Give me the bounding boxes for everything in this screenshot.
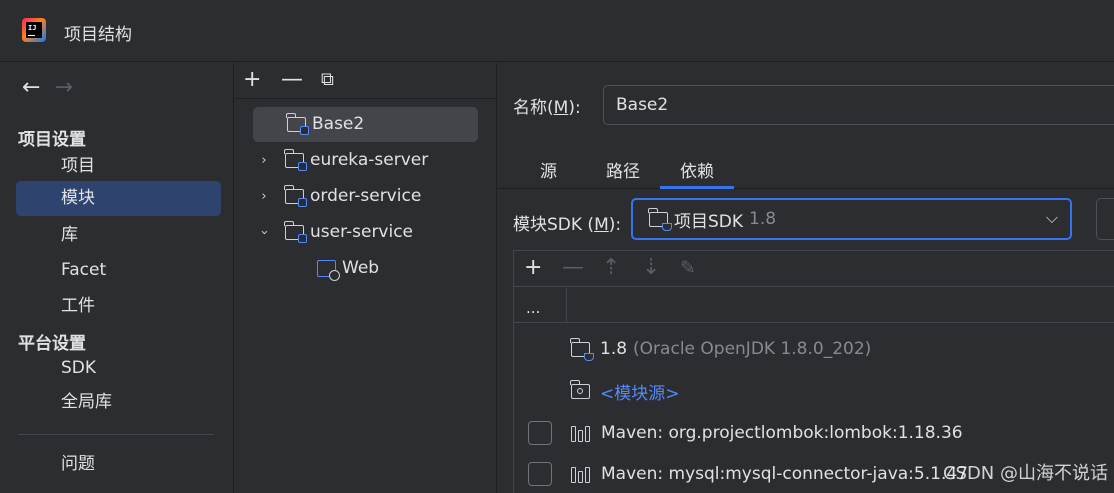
- nav-item-libraries[interactable]: 库: [16, 218, 221, 253]
- back-arrow-icon[interactable]: ←: [22, 77, 40, 99]
- sdk-edit-button[interactable]: [1096, 198, 1114, 240]
- forward-arrow-icon[interactable]: →: [54, 77, 72, 99]
- module-sdk-select[interactable]: 项目SDK 1.8 ⌵: [631, 198, 1072, 240]
- sdk-version: 1.8: [749, 209, 777, 229]
- module-folder-icon: [284, 149, 307, 171]
- sdk-name: 项目SDK: [674, 211, 744, 232]
- tree-node-label: order-service: [310, 186, 422, 206]
- module-folder-icon: [286, 113, 309, 135]
- module-name-input[interactable]: Base2: [603, 85, 1114, 125]
- window-title: 项目结构: [64, 25, 132, 45]
- dependencies-header: ...: [514, 288, 1114, 323]
- chevron-down-icon: ⌵: [1045, 208, 1058, 227]
- title-bar: IJ 项目结构: [0, 0, 1114, 62]
- remove-dependency-button[interactable]: —: [562, 256, 584, 280]
- dependencies-table: + — ⇡ ⇣ ✎ ... 1.8 (Oracle OpenJDK 1.8.0_…: [513, 250, 1114, 493]
- tree-node-label: Web: [342, 258, 380, 278]
- intellij-logo-icon: IJ: [22, 18, 46, 42]
- export-checkbox[interactable]: [528, 462, 552, 486]
- settings-nav: ← → 项目设置 项目 模块 库 Facet 工件 平台设置 SDK 全局库 问…: [0, 63, 234, 493]
- tree-node-label: eureka-server: [310, 150, 429, 170]
- tab-sources[interactable]: 源: [540, 157, 557, 189]
- dependency-name: <模块源>: [600, 383, 680, 404]
- dependency-name: Maven: mysql:mysql-connector-java:5.1.47: [601, 464, 968, 484]
- sdk-folder-icon: [648, 207, 672, 231]
- dependency-name: 1.8: [600, 339, 628, 359]
- tree-node-base2[interactable]: Base2: [253, 107, 478, 142]
- nav-section-project: 项目设置: [18, 130, 86, 150]
- name-label: 名称(M):: [513, 98, 581, 118]
- edit-dependency-button[interactable]: ✎: [680, 256, 696, 280]
- module-tree-panel: + — ⧉ Base2 › eureka-server › order-serv…: [235, 63, 497, 493]
- nav-item-artifacts[interactable]: 工件: [16, 289, 221, 324]
- dependency-row-lombok[interactable]: Maven: org.projectlombok:lombok:1.18.36: [514, 413, 1114, 453]
- nav-item-facet[interactable]: Facet: [16, 253, 221, 288]
- module-sdk-label: 模块SDK (M):: [513, 215, 622, 235]
- export-column-header[interactable]: ...: [514, 288, 567, 323]
- remove-module-button[interactable]: —: [281, 69, 303, 91]
- tab-paths[interactable]: 路径: [606, 157, 640, 189]
- csdn-watermark: CSDN @山海不说话: [942, 463, 1108, 484]
- tree-node-web[interactable]: Web: [317, 251, 477, 286]
- dependencies-toolbar: + — ⇡ ⇣ ✎: [514, 251, 1114, 287]
- tab-dependencies[interactable]: 依赖: [660, 157, 734, 189]
- tree-node-label: Base2: [312, 114, 365, 134]
- tree-node-user-service[interactable]: › user-service: [255, 215, 480, 250]
- nav-item-project[interactable]: 项目: [16, 149, 221, 184]
- copy-module-button[interactable]: ⧉: [321, 69, 334, 91]
- tree-toolbar: + — ⧉: [235, 63, 497, 99]
- nav-item-sdk[interactable]: SDK: [16, 351, 221, 386]
- nav-item-global-libraries[interactable]: 全局库: [16, 385, 221, 420]
- dependency-detail: (Oracle OpenJDK 1.8.0_202): [633, 339, 872, 359]
- chevron-right-icon[interactable]: ›: [255, 143, 273, 178]
- library-icon: [571, 424, 591, 442]
- tree-node-order-service[interactable]: › order-service: [255, 179, 480, 214]
- export-checkbox[interactable]: [528, 421, 552, 445]
- module-folder-icon: [284, 221, 307, 243]
- module-tabs: 源 路径 依赖: [498, 151, 1114, 189]
- dependency-row-jdk[interactable]: 1.8 (Oracle OpenJDK 1.8.0_202): [514, 329, 1114, 369]
- tree-node-eureka-server[interactable]: › eureka-server: [255, 143, 480, 178]
- chevron-right-icon[interactable]: ›: [255, 179, 273, 214]
- move-down-button[interactable]: ⇣: [642, 256, 660, 280]
- web-facet-icon: [317, 260, 340, 281]
- chevron-down-icon[interactable]: ›: [247, 224, 282, 242]
- module-detail-panel: 名称(M): Base2 源 路径 依赖 模块SDK (M): 项目SDK 1.…: [498, 63, 1114, 493]
- dependency-name: Maven: org.projectlombok:lombok:1.18.36: [601, 423, 963, 443]
- add-dependency-button[interactable]: +: [524, 256, 542, 280]
- module-source-icon: [570, 379, 590, 399]
- tree-node-label: user-service: [310, 222, 414, 242]
- dependency-row-module-source[interactable]: <模块源>: [514, 371, 1114, 411]
- nav-item-modules[interactable]: 模块: [16, 181, 221, 216]
- move-up-button[interactable]: ⇡: [602, 256, 620, 280]
- library-icon: [571, 465, 591, 483]
- nav-divider: [18, 434, 214, 435]
- add-module-button[interactable]: +: [243, 69, 261, 91]
- module-folder-icon: [284, 185, 307, 207]
- nav-item-problems[interactable]: 问题: [16, 447, 221, 482]
- jdk-icon: [570, 337, 594, 361]
